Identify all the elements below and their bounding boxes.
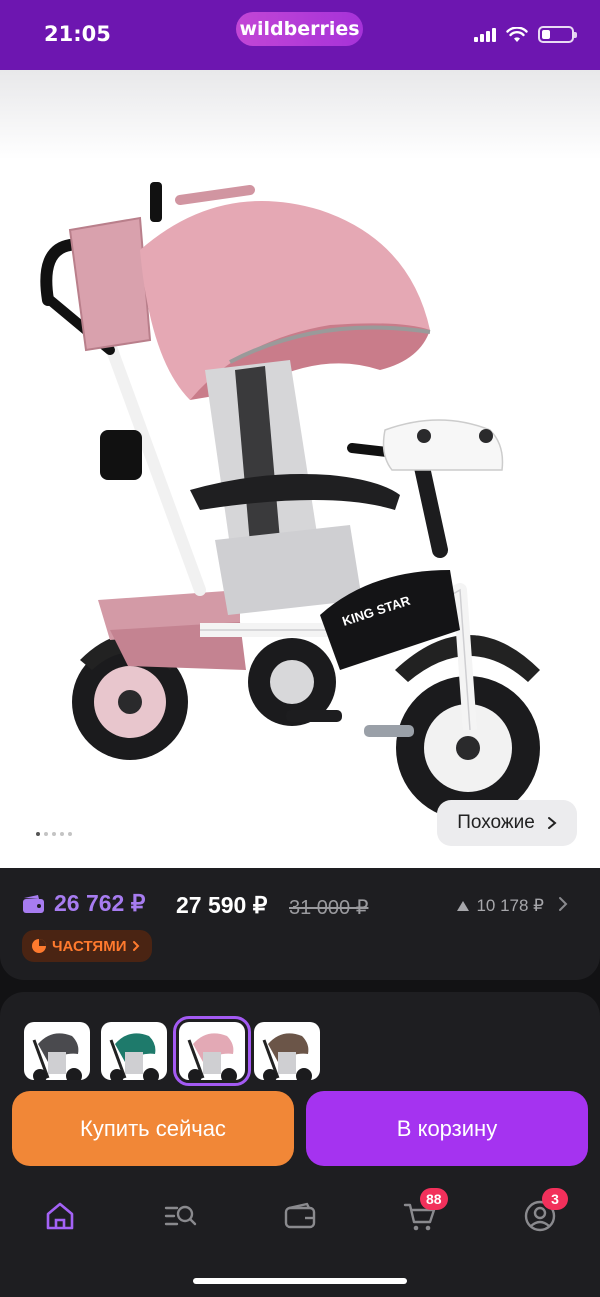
triangle-up-icon bbox=[457, 901, 470, 911]
wallet-icon bbox=[23, 894, 44, 913]
installments-label: ЧАСТЯМИ bbox=[52, 937, 127, 955]
buy-now-button[interactable]: Купить сейчас bbox=[12, 1091, 294, 1166]
wallet-icon bbox=[284, 1202, 316, 1229]
installments-badge[interactable]: ЧАСТЯМИ bbox=[22, 930, 153, 962]
favorite-button[interactable] bbox=[469, 162, 513, 206]
similar-label: Похожие bbox=[457, 812, 535, 833]
price-drop[interactable]: 10 178 ₽ bbox=[456, 896, 544, 916]
wifi-icon bbox=[506, 26, 528, 42]
chevron-right-icon[interactable] bbox=[558, 892, 568, 918]
tab-profile[interactable]: 3 bbox=[518, 1188, 568, 1238]
app-badge: wildberries bbox=[236, 12, 363, 46]
stroller-thumbnail-icon bbox=[262, 1033, 312, 1080]
status-bar: 21:05 wildberries bbox=[0, 0, 600, 70]
cart-badge: 88 bbox=[420, 1188, 448, 1210]
tab-cart[interactable]: 88 bbox=[398, 1188, 448, 1238]
carousel-dot[interactable] bbox=[36, 832, 40, 836]
carousel-dots bbox=[36, 832, 72, 836]
status-time: 21:05 bbox=[44, 22, 111, 46]
tab-home[interactable] bbox=[38, 1194, 82, 1238]
back-chevron-icon bbox=[28, 170, 43, 198]
variant-gray[interactable] bbox=[24, 1022, 90, 1080]
share-icon bbox=[551, 168, 577, 200]
back-button[interactable] bbox=[14, 162, 58, 206]
similar-button[interactable]: Похожие bbox=[437, 800, 577, 846]
tab-bar: 88 3 bbox=[0, 1180, 600, 1250]
tab-wallet[interactable] bbox=[278, 1194, 322, 1238]
carousel-dot[interactable] bbox=[52, 832, 56, 836]
stroller-thumbnail-icon bbox=[32, 1033, 82, 1080]
home-icon bbox=[46, 1202, 74, 1230]
price-value: 27 590 ₽ bbox=[176, 892, 268, 918]
wallet-price-value: 26 762 ₽ bbox=[54, 890, 146, 916]
stroller-thumbnail-icon bbox=[187, 1033, 237, 1080]
carousel-dot[interactable] bbox=[44, 832, 48, 836]
status-icons bbox=[474, 26, 577, 43]
share-button[interactable] bbox=[542, 162, 586, 206]
signal-icon bbox=[474, 27, 496, 42]
profile-badge: 3 bbox=[542, 1188, 568, 1210]
variant-brown[interactable] bbox=[254, 1022, 320, 1080]
heart-icon bbox=[474, 169, 508, 199]
price-card: 26 762 ₽ 27 590 ₽ 31 000 ₽ 10 178 ₽ ЧАСТ… bbox=[0, 868, 600, 980]
tab-catalog[interactable] bbox=[158, 1194, 202, 1238]
battery-level bbox=[542, 30, 551, 39]
old-price: 31 000 ₽ bbox=[289, 897, 369, 919]
variant-pink[interactable] bbox=[173, 1016, 251, 1086]
home-indicator bbox=[193, 1278, 407, 1284]
price-drop-value: 10 178 ₽ bbox=[476, 896, 544, 915]
add-to-cart-button[interactable]: В корзину bbox=[306, 1091, 588, 1166]
chevron-right-icon bbox=[133, 941, 140, 951]
product-photo-area[interactable]: KING STAR bbox=[0, 70, 600, 868]
wallet-price[interactable]: 26 762 ₽ bbox=[22, 890, 145, 917]
stroller-thumbnail-icon bbox=[109, 1033, 159, 1080]
catalog-search-icon bbox=[164, 1205, 197, 1226]
chevron-right-icon bbox=[547, 817, 557, 829]
carousel-dot[interactable] bbox=[60, 832, 64, 836]
carousel-dot[interactable] bbox=[68, 832, 72, 836]
pie-chart-icon bbox=[32, 939, 46, 953]
variant-teal[interactable] bbox=[101, 1022, 167, 1080]
battery-icon bbox=[538, 26, 577, 43]
